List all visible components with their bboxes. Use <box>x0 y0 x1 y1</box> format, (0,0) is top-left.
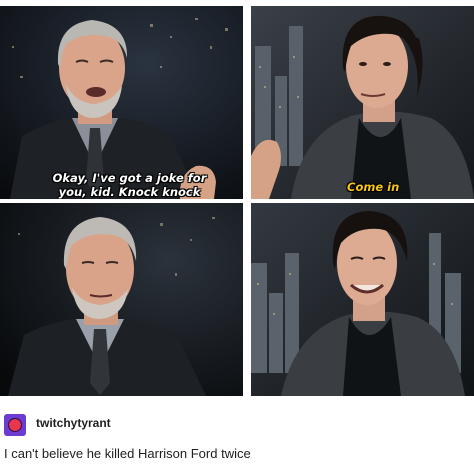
meme-panel-1: Okay, I've got a joke for you, kid. Knoc… <box>0 6 243 199</box>
meme-panel-2: Come in <box>251 6 474 199</box>
panel-4-photo <box>251 203 474 396</box>
panel-2-caption: Come in <box>347 180 400 194</box>
meme-image-grid: Okay, I've got a joke for you, kid. Knoc… <box>0 0 474 400</box>
meme-panel-3 <box>0 203 243 396</box>
panel-2-photo <box>251 6 474 199</box>
user-avatar[interactable] <box>4 414 26 436</box>
post-text: I can't believe he killed Harrison Ford … <box>4 446 251 461</box>
panel-3-photo <box>0 203 243 396</box>
post-footer: twitchytyrant I can't believe he killed … <box>0 400 474 470</box>
post-username[interactable]: twitchytyrant <box>36 416 111 430</box>
panel-1-caption: Okay, I've got a joke for you, kid. Knoc… <box>52 171 207 199</box>
avatar-icon <box>8 418 22 432</box>
meme-panel-4 <box>251 203 474 396</box>
